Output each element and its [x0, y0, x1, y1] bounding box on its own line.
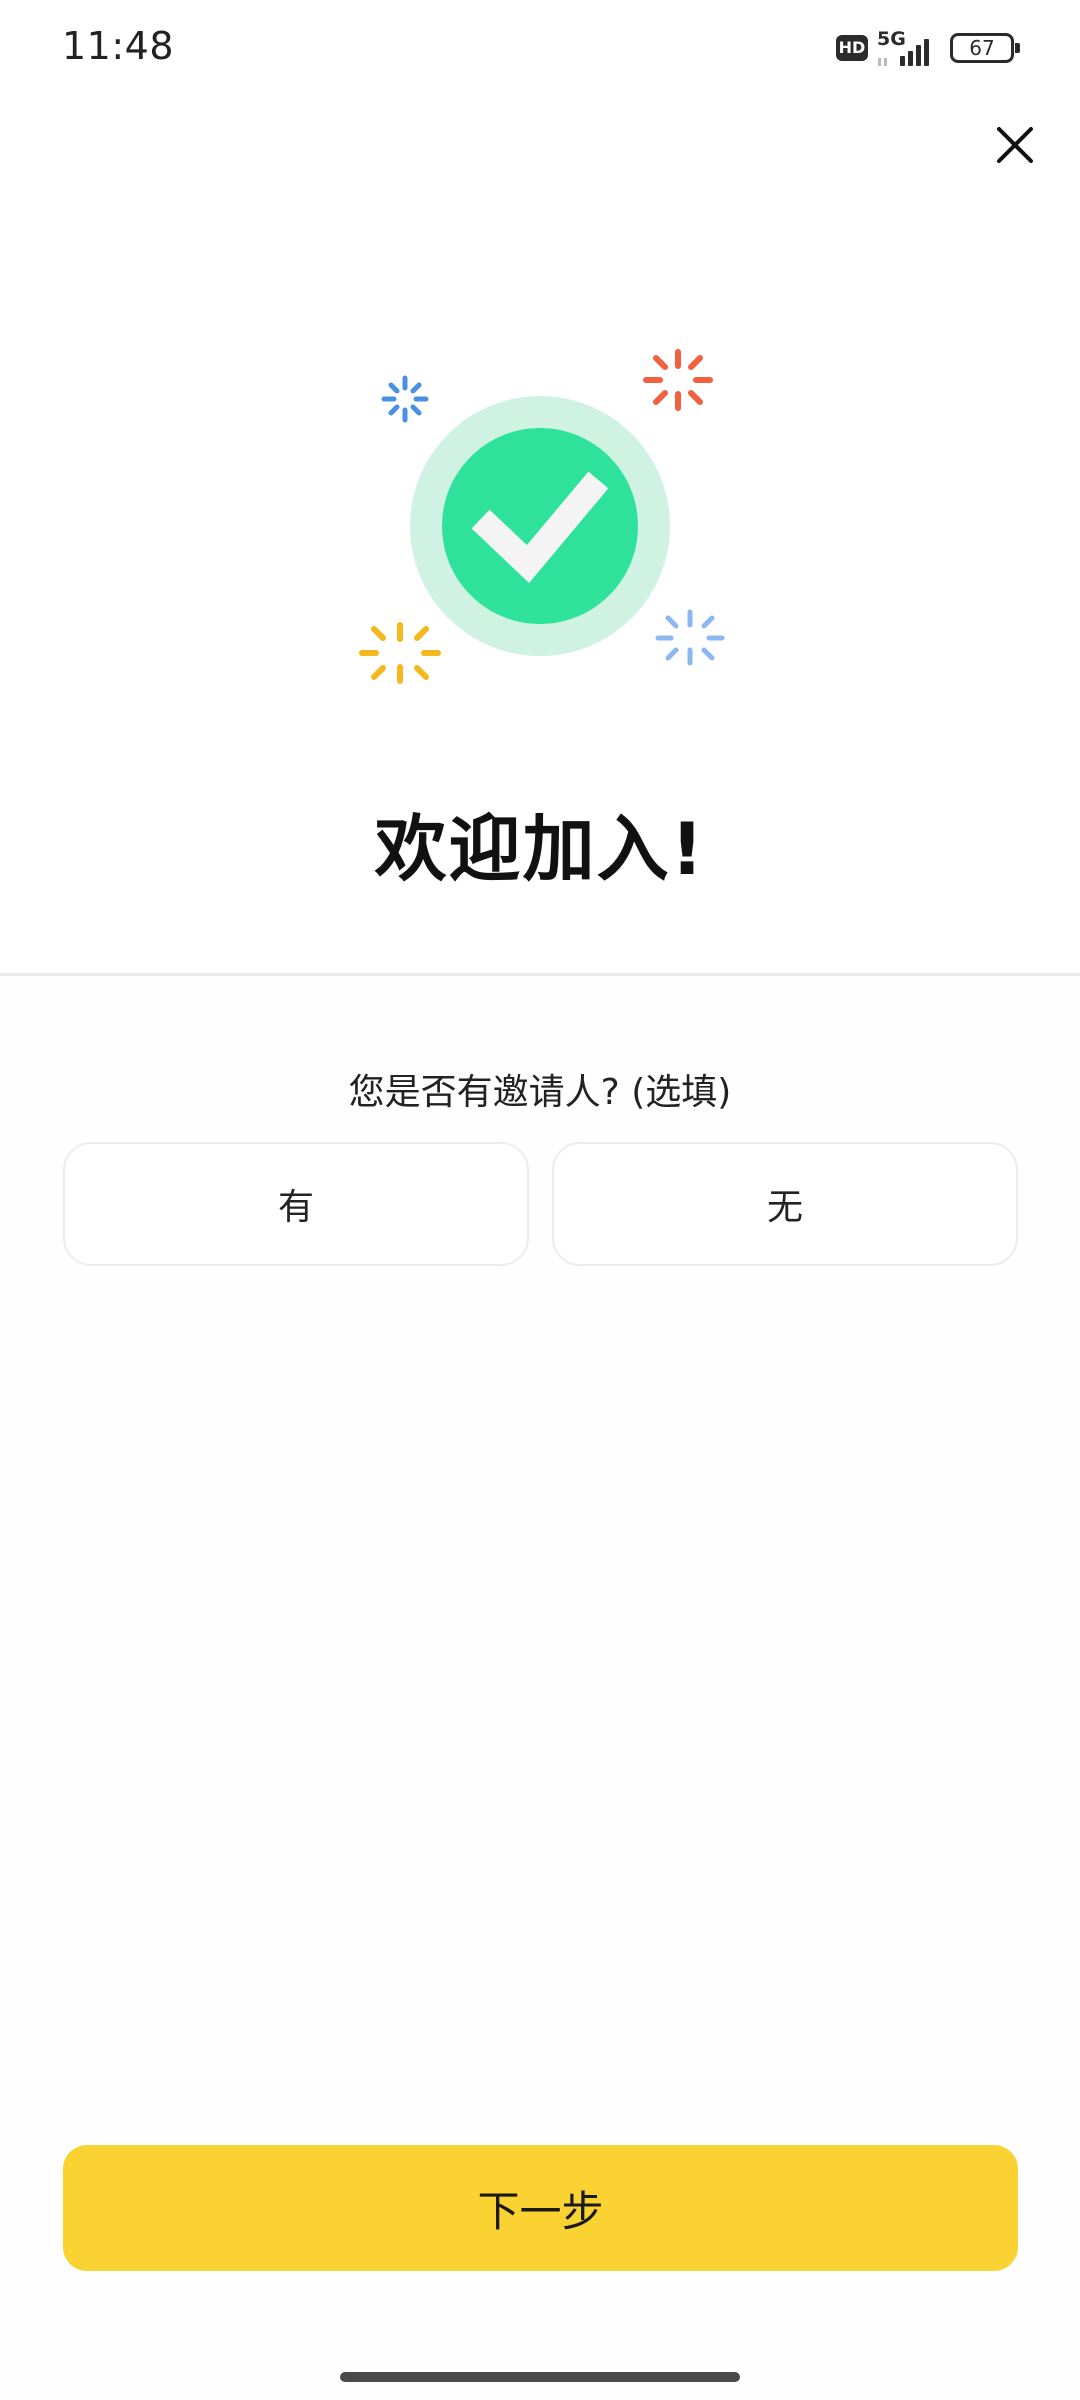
sparkle-yellow-icon	[359, 622, 441, 684]
close-icon	[997, 127, 1033, 163]
welcome-title: 欢迎加入!	[374, 807, 706, 891]
battery-tip	[1015, 43, 1020, 53]
status-time: 11:48	[62, 24, 175, 68]
close-button[interactable]	[986, 116, 1044, 174]
sparkle-light-blue-icon	[655, 609, 725, 666]
no-inviter-button[interactable]: 无	[552, 1142, 1018, 1266]
next-step-button[interactable]: 下一步	[63, 2145, 1018, 2271]
next-step-label: 下一步	[477, 2186, 604, 2236]
success-illustration	[359, 349, 725, 684]
battery-level: 67	[969, 36, 995, 60]
inviter-question: 您是否有邀请人? (选填)	[348, 1072, 732, 1113]
has-inviter-button[interactable]: 有	[63, 1142, 529, 1266]
hd-badge: HD	[836, 35, 868, 61]
battery-icon: 67	[950, 33, 1020, 63]
sparkle-blue-icon	[381, 375, 429, 423]
no-inviter-label: 无	[766, 1187, 803, 1228]
check-inner-disc	[442, 428, 638, 624]
status-bar: 11:48 HD 5G 67	[0, 0, 1080, 100]
has-inviter-label: 有	[277, 1187, 314, 1228]
home-indicator[interactable]	[340, 2372, 740, 2382]
signal-icon	[878, 39, 929, 66]
welcome-screen: 11:48 HD 5G 67 欢迎加入! 您是否有邀请人? (选填) 有 无 下…	[0, 0, 1080, 2400]
sparkle-orange-icon	[643, 349, 713, 411]
